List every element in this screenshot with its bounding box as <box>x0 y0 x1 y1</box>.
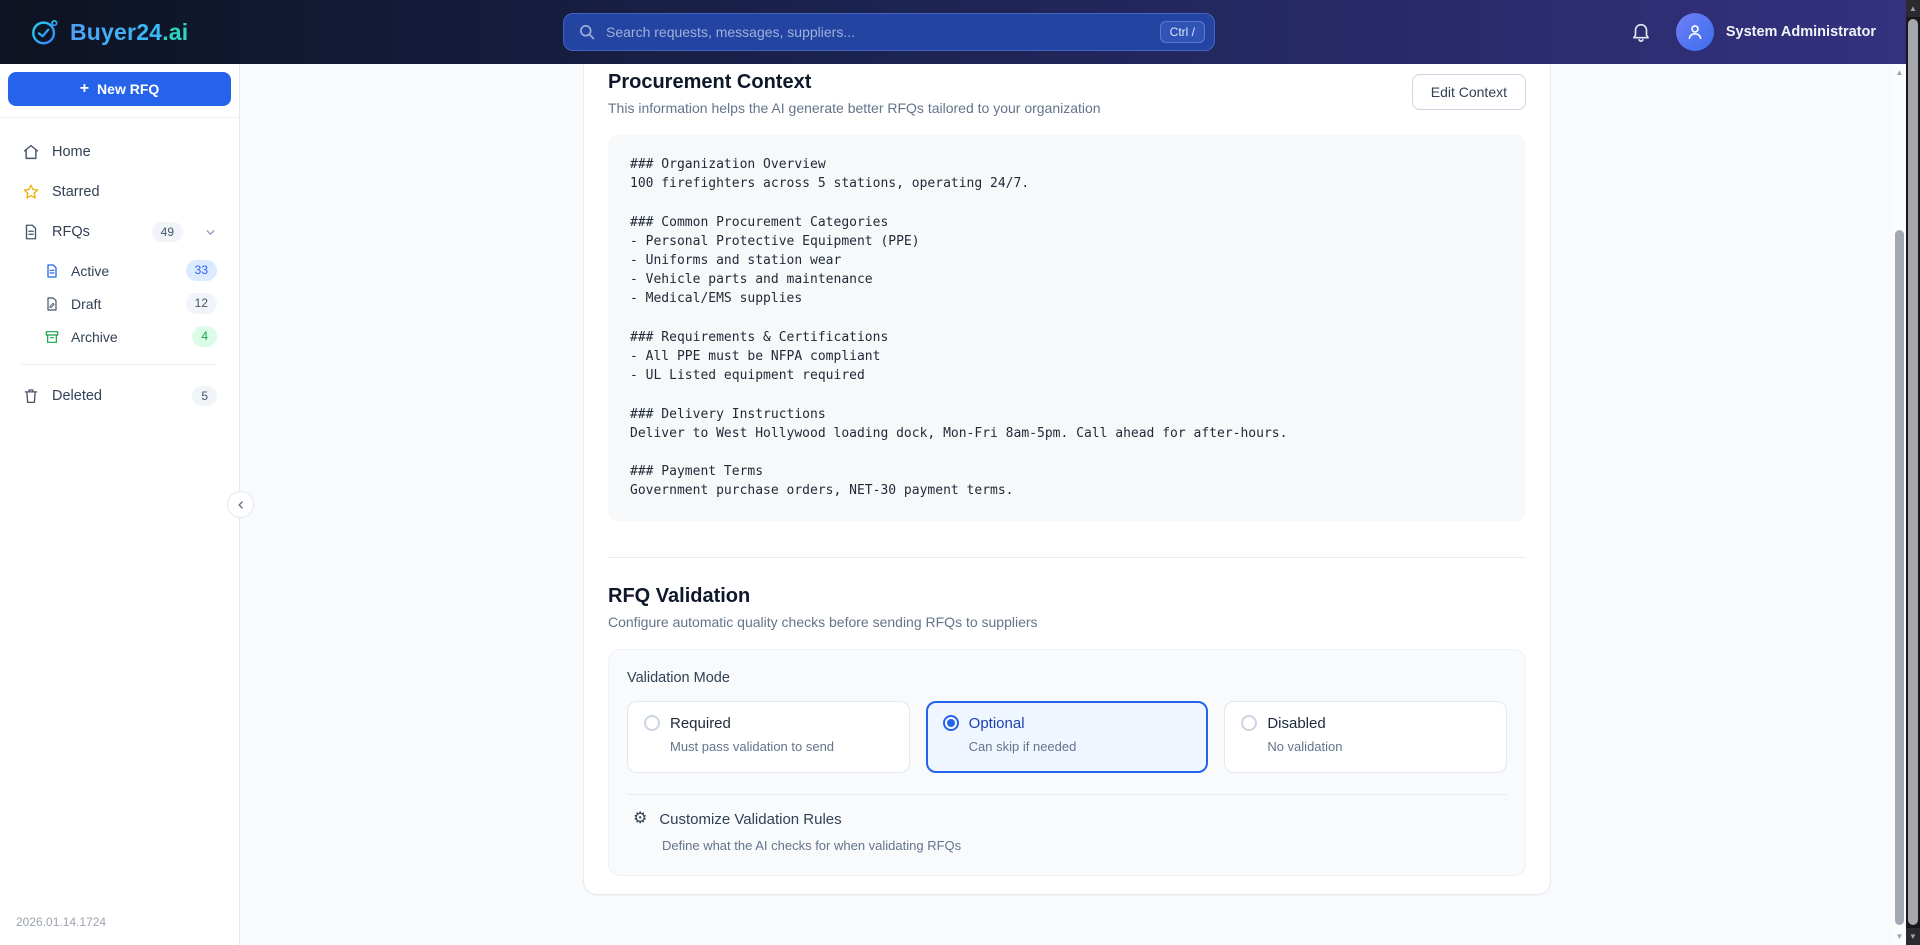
app-window: Buyer24.ai Ctrl / <box>0 0 1906 945</box>
draft-count-badge: 12 <box>186 293 217 313</box>
draft-file-icon <box>44 296 60 312</box>
sidebar-collapse-button[interactable] <box>227 491 254 518</box>
mode-option-disabled[interactable]: Disabled No validation <box>1224 701 1507 773</box>
edit-context-button[interactable]: Edit Context <box>1412 74 1526 110</box>
home-icon <box>22 143 40 161</box>
avatar <box>1676 13 1714 51</box>
customize-validation-rules: ⚙ Customize Validation Rules Define what… <box>627 811 1507 853</box>
page-scrollbar[interactable]: ▲ ▼ <box>1893 64 1906 945</box>
customize-validation-rules-button[interactable]: ⚙ Customize Validation Rules <box>633 811 1507 828</box>
sidebar-item-label: Starred <box>52 184 100 200</box>
sidebar-item-rfqs[interactable]: RFQs 49 <box>12 212 227 252</box>
gear-icon: ⚙ <box>633 811 647 827</box>
notifications-button[interactable] <box>1630 21 1652 43</box>
sidebar-item-label: Draft <box>71 296 101 312</box>
global-search[interactable]: Ctrl / <box>563 13 1215 51</box>
sidebar-item-label: Active <box>71 263 109 279</box>
mode-description: Must pass validation to send <box>670 739 893 754</box>
chevron-left-icon <box>235 499 247 511</box>
sidebar-item-archive[interactable]: Archive 4 <box>36 320 227 353</box>
customize-description: Define what the AI checks for when valid… <box>662 838 1507 853</box>
sidebar-item-draft[interactable]: Draft 12 <box>36 287 227 320</box>
procurement-context-title: Procurement Context <box>608 70 1101 94</box>
sidebar-item-active[interactable]: Active 33 <box>36 254 227 287</box>
active-file-icon <box>44 263 60 279</box>
main-content: Procurement Context This information hel… <box>241 64 1893 945</box>
procurement-context-subtitle: This information helps the AI generate b… <box>608 100 1101 117</box>
page-scrollbar-thumb[interactable] <box>1895 230 1904 925</box>
top-navbar: Buyer24.ai Ctrl / <box>0 0 1906 64</box>
sidebar-item-label: Deleted <box>52 388 102 404</box>
deleted-count-badge: 5 <box>192 386 217 406</box>
brand-text: Buyer24.ai <box>70 19 188 46</box>
trash-icon <box>22 387 40 405</box>
window-scroll-up-button[interactable]: ▲ <box>1906 0 1920 17</box>
validation-mode-label: Validation Mode <box>627 670 1507 687</box>
panel-divider <box>627 794 1507 795</box>
sidebar-item-label: RFQs <box>52 224 90 240</box>
rfq-validation-header: RFQ Validation Configure automatic quali… <box>608 584 1526 631</box>
rfq-validation-subtitle: Configure automatic quality checks befor… <box>608 614 1526 631</box>
mode-description: Can skip if needed <box>969 739 1192 754</box>
sidebar-item-label: Home <box>52 144 91 160</box>
radio-optional[interactable] <box>943 715 959 731</box>
brand-suffix: .ai <box>162 19 188 45</box>
clock-logo-icon <box>30 17 60 47</box>
window-scrollbar-thumb[interactable] <box>1908 19 1918 925</box>
settings-card: Procurement Context This information hel… <box>583 64 1551 895</box>
mode-label: Disabled <box>1267 715 1325 732</box>
new-rfq-button[interactable]: + New RFQ <box>8 72 231 106</box>
sidebar-item-label: Archive <box>71 329 118 345</box>
search-icon <box>578 23 596 41</box>
window-scroll-down-button[interactable]: ▼ <box>1906 928 1920 945</box>
file-text-icon <box>22 223 40 241</box>
rfq-validation-title: RFQ Validation <box>608 584 1526 608</box>
procurement-context-header: Procurement Context This information hel… <box>608 70 1526 117</box>
radio-disabled[interactable] <box>1241 715 1257 731</box>
radio-required[interactable] <box>644 715 660 731</box>
mode-option-required[interactable]: Required Must pass validation to send <box>627 701 910 773</box>
person-icon <box>1685 22 1705 42</box>
user-name: System Administrator <box>1726 24 1876 40</box>
mode-option-optional[interactable]: Optional Can skip if needed <box>926 701 1209 773</box>
user-menu[interactable]: System Administrator <box>1676 13 1876 51</box>
plus-icon: + <box>80 81 89 97</box>
build-version: 2026.01.14.1724 <box>0 901 239 945</box>
sidebar-item-deleted[interactable]: Deleted 5 <box>12 376 227 416</box>
brand-logo[interactable]: Buyer24.ai <box>30 17 188 47</box>
sidebar: + New RFQ Home Starred <box>0 64 240 945</box>
new-rfq-label: New RFQ <box>97 81 159 97</box>
sidebar-item-starred[interactable]: Starred <box>12 172 227 212</box>
window-scrollbar[interactable]: ▲ ▼ <box>1906 0 1920 945</box>
scroll-up-icon[interactable]: ▲ <box>1893 67 1906 79</box>
sidebar-item-home[interactable]: Home <box>12 132 227 172</box>
active-count-badge: 33 <box>186 260 217 280</box>
star-icon <box>22 183 40 201</box>
bell-icon <box>1630 21 1652 43</box>
mode-label: Required <box>670 715 731 732</box>
section-divider <box>608 557 1526 558</box>
keyboard-shortcut-badge: Ctrl / <box>1160 21 1205 43</box>
archive-icon <box>44 329 60 345</box>
procurement-context-text: ### Organization Overview 100 firefighte… <box>608 135 1526 521</box>
brand-name: Buyer24 <box>70 19 162 45</box>
rfqs-count-badge: 49 <box>152 222 183 242</box>
archive-count-badge: 4 <box>192 326 217 346</box>
search-input[interactable] <box>606 24 1150 40</box>
mode-description: No validation <box>1267 739 1490 754</box>
validation-mode-panel: Validation Mode Required Must pass valid… <box>608 649 1526 876</box>
chevron-down-icon[interactable] <box>204 226 217 239</box>
sidebar-divider <box>22 364 217 365</box>
mode-label: Optional <box>969 715 1025 732</box>
customize-label: Customize Validation Rules <box>659 811 841 828</box>
scroll-down-icon[interactable]: ▼ <box>1893 931 1906 943</box>
